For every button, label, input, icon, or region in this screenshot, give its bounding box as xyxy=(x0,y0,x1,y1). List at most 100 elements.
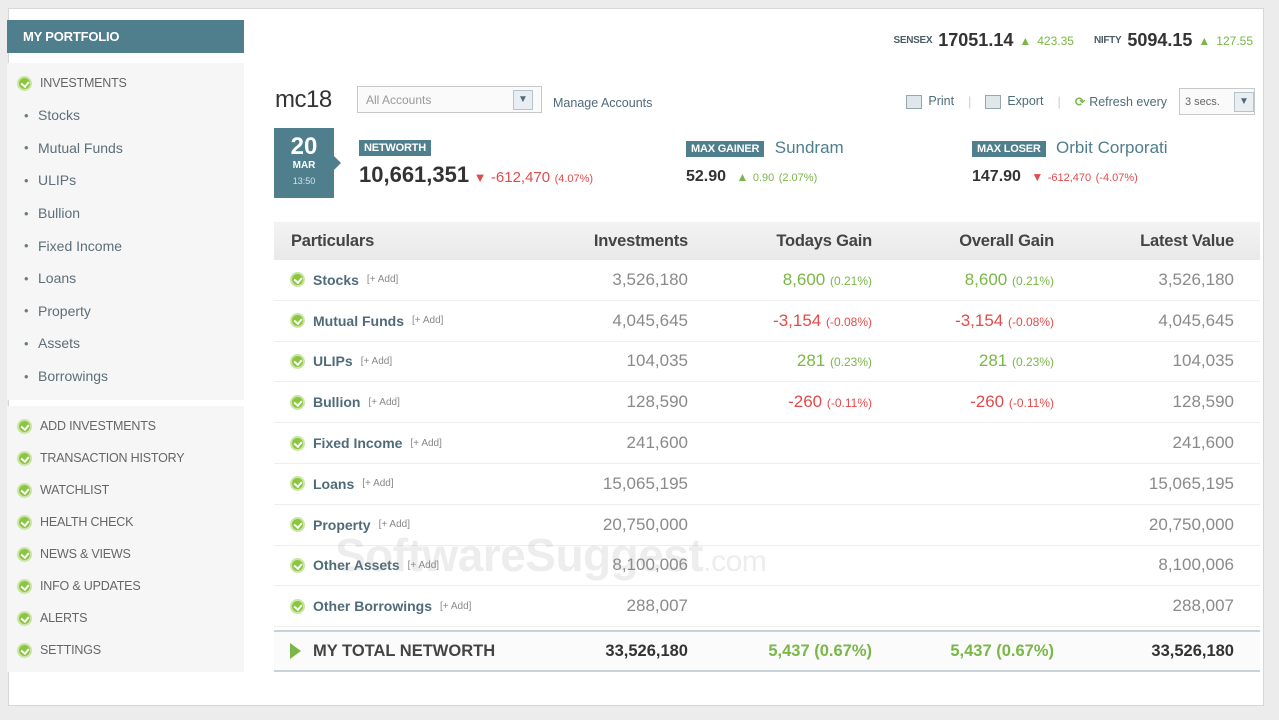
row-name[interactable]: Mutual Funds xyxy=(313,313,404,329)
sidebar-subitem-assets[interactable]: • Assets xyxy=(7,327,244,360)
add-link[interactable]: [+ Add] xyxy=(368,397,399,408)
row-name[interactable]: Property xyxy=(313,517,371,533)
add-link[interactable]: [+ Add] xyxy=(408,560,439,571)
header-todays-gain: Todays Gain xyxy=(776,231,872,250)
manage-accounts-link[interactable]: Manage Accounts xyxy=(553,96,652,110)
sidebar-subitem-label: Assets xyxy=(38,335,81,352)
row-particular[interactable]: Loans [+ Add] xyxy=(274,476,574,492)
sidebar-title: MY PORTFOLIO xyxy=(7,20,244,53)
account-select[interactable]: All Accounts ▼ xyxy=(357,86,542,113)
row-todays-gain: 281 (0.23%) xyxy=(688,351,872,371)
row-todays-gain-pct: (0.23%) xyxy=(829,355,872,370)
nifty-value: 5094.15 xyxy=(1127,30,1193,50)
max-loser-value: 147.90 xyxy=(972,168,1021,185)
sidebar-item-settings[interactable]: SETTINGS xyxy=(7,634,244,666)
row-name[interactable]: Fixed Income xyxy=(313,435,402,451)
sidebar-subitem-bullion[interactable]: • Bullion xyxy=(7,197,244,230)
sidebar-item-label: NEWS & VIEWS xyxy=(40,547,131,562)
max-loser-name[interactable]: Orbit Corporati xyxy=(1056,138,1167,157)
check-circle-icon xyxy=(17,482,32,498)
date-badge: 20 MAR 13:50 xyxy=(274,128,341,198)
row-name[interactable]: Other Assets xyxy=(313,557,400,573)
row-particular[interactable]: Stocks [+ Add] xyxy=(274,272,574,288)
check-circle-icon xyxy=(290,353,305,369)
row-particular[interactable]: Other Borrowings [+ Add] xyxy=(274,598,574,614)
row-particular[interactable]: Other Assets [+ Add] xyxy=(274,557,574,573)
bullet-icon: • xyxy=(24,335,29,351)
table-row: Other Borrowings [+ Add] 288,007 288,007 xyxy=(274,586,1260,628)
row-overall-gain: 281 (0.23%) xyxy=(872,351,1054,371)
add-link[interactable]: [+ Add] xyxy=(361,356,392,367)
max-loser-badge: MAX LOSER xyxy=(972,141,1046,158)
row-investment: 3,526,180 xyxy=(612,269,688,289)
row-latest-value: 20,750,000 xyxy=(1148,514,1234,534)
check-circle-icon xyxy=(290,517,305,533)
add-link[interactable]: [+ Add] xyxy=(410,438,441,449)
sidebar-subitem-stocks[interactable]: • Stocks xyxy=(7,99,244,132)
add-link[interactable]: [+ Add] xyxy=(367,274,398,285)
row-particular[interactable]: Fixed Income [+ Add] xyxy=(274,435,574,451)
table-row: Stocks [+ Add] 3,526,180 8,600 (0.21%) 8,600… xyxy=(274,260,1260,301)
sidebar-subitem-property[interactable]: • Property xyxy=(7,295,244,328)
sidebar-subitem-label: Bullion xyxy=(38,205,81,222)
check-circle-icon xyxy=(290,272,305,288)
sidebar-item-watchlist[interactable]: WATCHLIST xyxy=(7,474,244,506)
row-latest-value: 3,526,180 xyxy=(1158,269,1234,289)
row-particular[interactable]: Property [+ Add] xyxy=(274,517,574,533)
account-select-value: All Accounts xyxy=(366,92,432,107)
sidebar-subitem-fixed-income[interactable]: • Fixed Income xyxy=(7,229,244,262)
max-gainer-change: 0.90 xyxy=(752,172,775,184)
row-name[interactable]: Bullion xyxy=(313,394,360,410)
row-particular[interactable]: Bullion [+ Add] xyxy=(274,394,574,410)
row-name[interactable]: Stocks xyxy=(313,272,359,288)
sidebar-item-info-updates[interactable]: INFO & UPDATES xyxy=(7,570,244,602)
max-gainer-value: 52.90 xyxy=(686,168,727,185)
add-link[interactable]: [+ Add] xyxy=(440,601,471,612)
row-todays-gain-value: 8,600 xyxy=(782,269,826,289)
refresh-interval-select[interactable]: 3 secs. ▼ xyxy=(1179,88,1255,115)
add-link[interactable]: [+ Add] xyxy=(379,519,410,530)
sidebar-item-investments[interactable]: INVESTMENTS xyxy=(7,67,244,99)
row-particular[interactable]: Mutual Funds [+ Add] xyxy=(274,313,574,329)
sidebar-subitem-ulips[interactable]: • ULIPs xyxy=(7,164,244,197)
market-ticker: SENSEX 17051.14 ▲ 423.35 NIFTY 5094.15 ▲… xyxy=(893,30,1253,51)
table-row: Property [+ Add] 20,750,000 20,750,000 xyxy=(274,505,1260,546)
sidebar-subitem-mutual-funds[interactable]: • Mutual Funds xyxy=(7,132,244,165)
max-loser-pct: (-4.07%) xyxy=(1095,172,1138,184)
add-link[interactable]: [+ Add] xyxy=(412,315,443,326)
row-todays-gain: -3,154 (-0.08%) xyxy=(688,311,872,331)
table-row: Fixed Income [+ Add] 241,600 241,600 xyxy=(274,423,1260,464)
row-name[interactable]: ULIPs xyxy=(313,353,353,369)
sidebar-item-add-investments[interactable]: ADD INVESTMENTS xyxy=(7,410,244,442)
sidebar-subitem-label: Borrowings xyxy=(38,368,109,385)
export-button[interactable]: Export xyxy=(985,94,1043,109)
bullet-icon: • xyxy=(24,205,29,221)
row-latest-value: 4,045,645 xyxy=(1158,310,1234,330)
sidebar-item-health-check[interactable]: HEALTH CHECK xyxy=(7,506,244,538)
print-button[interactable]: Print xyxy=(906,94,954,109)
sidebar-item-alerts[interactable]: ALERTS xyxy=(7,602,244,634)
down-arrow-icon: ▼ xyxy=(1031,170,1044,184)
row-name[interactable]: Other Borrowings xyxy=(313,598,432,614)
table-body: Stocks [+ Add] 3,526,180 8,600 (0.21%) 8,600… xyxy=(274,260,1260,628)
refresh-label: Refresh every xyxy=(1089,95,1167,109)
max-gainer-name[interactable]: Sundram xyxy=(775,138,844,157)
up-arrow-icon: ▲ xyxy=(1019,33,1032,48)
row-latest-value: 8,100,006 xyxy=(1158,555,1234,575)
sidebar-item-news-views[interactable]: NEWS & VIEWS xyxy=(7,538,244,570)
row-investment: 288,007 xyxy=(626,596,688,616)
bullet-icon: • xyxy=(24,270,29,286)
sidebar-subitem-borrowings[interactable]: • Borrowings xyxy=(7,360,244,393)
sidebar-subitem-loans[interactable]: • Loans xyxy=(7,262,244,295)
sidebar-item-transaction-history[interactable]: TRANSACTION HISTORY xyxy=(7,442,244,474)
row-overall-gain: -260 (-0.11%) xyxy=(872,392,1054,412)
row-name[interactable]: Loans xyxy=(313,476,354,492)
row-overall-gain-value: -3,154 xyxy=(955,310,1004,330)
add-link[interactable]: [+ Add] xyxy=(362,478,393,489)
row-todays-gain: 8,600 (0.21%) xyxy=(688,270,872,290)
row-todays-gain-pct: (-0.11%) xyxy=(826,396,872,411)
refresh-interval-value: 3 secs. xyxy=(1185,95,1220,108)
sidebar-item-label: SETTINGS xyxy=(40,643,101,658)
row-overall-gain: 8,600 (0.21%) xyxy=(872,270,1054,290)
row-particular[interactable]: ULIPs [+ Add] xyxy=(274,353,574,369)
